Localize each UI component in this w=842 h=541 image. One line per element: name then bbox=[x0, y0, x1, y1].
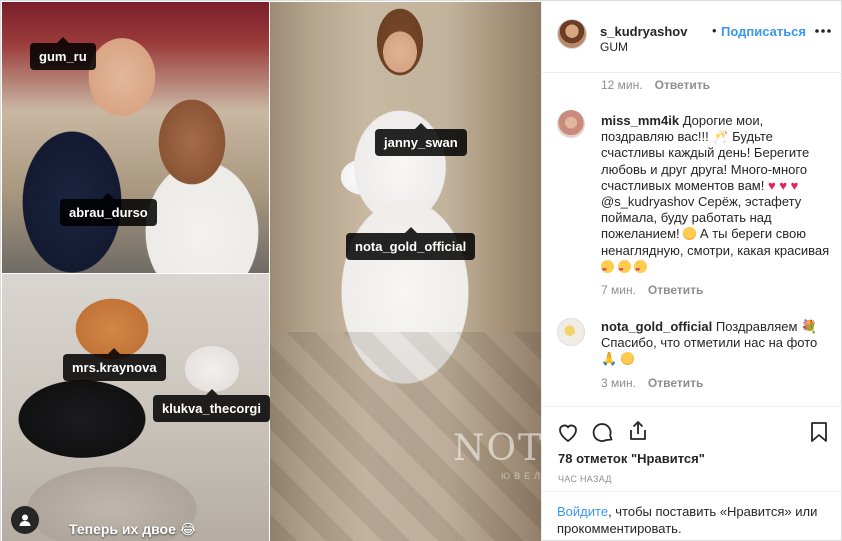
user-tag[interactable]: janny_swan bbox=[375, 123, 467, 156]
comment-body: 🙏 bbox=[601, 351, 618, 367]
post-date: ЧАС НАЗАД bbox=[558, 474, 612, 484]
follow-button[interactable]: Подписаться bbox=[721, 24, 806, 39]
comment-text: nota_gold_official Поздравляем 💐 Спасибо… bbox=[601, 319, 831, 368]
user-tag[interactable]: abrau_durso bbox=[60, 193, 157, 226]
image-caption: Теперь их двое 😂 bbox=[69, 521, 197, 537]
avatar[interactable] bbox=[557, 318, 585, 346]
post-card: gum_ru abrau_durso mrs.kraynova klukva_t… bbox=[0, 0, 842, 541]
author-username[interactable]: s_kudryashov bbox=[600, 24, 687, 39]
comment-meta: 12 мин. Ответить bbox=[601, 78, 710, 92]
heart-eyes-emoji-icon bbox=[634, 259, 648, 278]
login-text: Войдите, чтобы поставить «Нравится» или … bbox=[557, 503, 827, 537]
comment-time: 12 мин. bbox=[601, 78, 643, 92]
comment-username[interactable]: miss_mm4ik bbox=[601, 113, 679, 128]
post-header: s_kudryashov • Подписаться GUM bbox=[542, 1, 842, 73]
smile-emoji-icon bbox=[620, 352, 634, 366]
separator-dot: • bbox=[712, 23, 717, 38]
comment-meta: 3 мин. Ответить bbox=[601, 376, 703, 390]
reply-button[interactable]: Ответить bbox=[648, 376, 703, 390]
user-tag-icon[interactable] bbox=[11, 506, 39, 534]
user-tag[interactable]: gum_ru bbox=[30, 37, 96, 70]
login-link[interactable]: Войдите bbox=[557, 504, 608, 519]
bookmark-icon[interactable] bbox=[807, 420, 831, 444]
avatar[interactable] bbox=[557, 110, 585, 138]
comment-time: 7 мин. bbox=[601, 283, 636, 297]
ellipsis-icon[interactable] bbox=[814, 23, 832, 34]
comment-text: miss_mm4ik Дорогие мои, поздравляю вас!!… bbox=[601, 113, 831, 278]
heart-emoji: ♥ ♥ ♥ bbox=[767, 177, 799, 193]
comment-meta: 7 мин. Ответить bbox=[601, 283, 703, 297]
comment-username[interactable]: nota_gold_official bbox=[601, 319, 712, 334]
wink-emoji-icon bbox=[683, 227, 697, 241]
heart-eyes-emoji-icon bbox=[617, 259, 631, 278]
brand-watermark: NOTA bbox=[453, 428, 541, 469]
user-tag[interactable]: mrs.kraynova bbox=[63, 348, 166, 381]
user-tag[interactable]: nota_gold_official bbox=[346, 227, 476, 260]
brand-watermark-sub: ЮВЕЛИ bbox=[501, 471, 541, 481]
reply-button[interactable]: Ответить bbox=[648, 283, 703, 297]
comment-icon[interactable] bbox=[591, 420, 615, 444]
heart-eyes-emoji-icon bbox=[601, 259, 614, 278]
avatar[interactable] bbox=[557, 19, 587, 49]
login-prompt: Войдите, чтобы поставить «Нравится» или … bbox=[542, 491, 842, 541]
comment-time: 3 мин. bbox=[601, 376, 636, 390]
share-icon[interactable] bbox=[626, 419, 650, 443]
likes-count[interactable]: 78 отметок "Нравится" bbox=[558, 451, 705, 466]
location-link[interactable]: GUM bbox=[600, 40, 628, 54]
reply-button[interactable]: Ответить bbox=[655, 78, 710, 92]
post-sidebar: s_kudryashov • Подписаться GUM 12 мин. От… bbox=[541, 1, 842, 541]
post-image[interactable]: gum_ru abrau_durso mrs.kraynova klukva_t… bbox=[1, 1, 541, 541]
user-tag[interactable]: klukva_thecorgi bbox=[153, 389, 270, 422]
comments-list: 12 мин. Ответить miss_mm4ik Дорогие мои, … bbox=[542, 73, 842, 406]
heart-icon[interactable] bbox=[556, 420, 580, 444]
